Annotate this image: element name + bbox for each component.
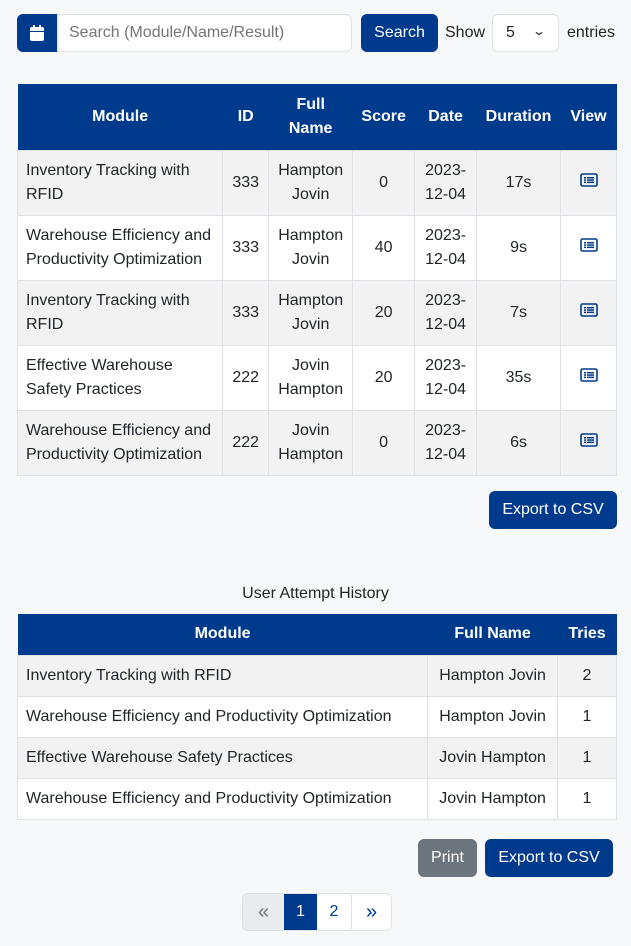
cell-name: Hampton Jovin xyxy=(268,279,354,346)
cell-score: 20 xyxy=(352,344,416,411)
last-page-button[interactable]: » xyxy=(351,894,391,930)
export-csv-button[interactable]: Export to CSV xyxy=(489,491,617,529)
column-header: Date xyxy=(414,84,477,150)
column-header: Full Name xyxy=(427,614,558,655)
view-details-icon[interactable] xyxy=(579,171,598,195)
cell-date: 2023-12-04 xyxy=(414,344,478,411)
view-details-icon[interactable] xyxy=(579,301,598,325)
first-page-button[interactable]: « xyxy=(243,894,284,930)
view-details-icon[interactable] xyxy=(579,431,598,455)
table-row: Warehouse Efficiency and Productivity Op… xyxy=(16,409,617,476)
cell-name: Jovin Hampton xyxy=(427,777,559,820)
show-label: Show xyxy=(445,24,486,41)
cell-tries: 1 xyxy=(557,777,617,820)
column-header: ID xyxy=(222,84,269,150)
column-header: Module xyxy=(17,84,223,150)
print-button[interactable]: Print xyxy=(418,839,477,877)
cell-tries: 1 xyxy=(557,695,617,738)
page-1-button[interactable]: 1 xyxy=(284,894,317,930)
cell-module: Effective Warehouse Safety Practices xyxy=(16,344,224,411)
cell-name: Hampton Jovin xyxy=(268,149,354,216)
cell-date: 2023-12-04 xyxy=(414,149,478,216)
export-csv-button-history[interactable]: Export to CSV xyxy=(485,839,613,877)
cell-id: 333 xyxy=(222,279,270,346)
search-button[interactable]: Search xyxy=(361,14,438,52)
cell-view xyxy=(560,214,617,281)
cell-module: Effective Warehouse Safety Practices xyxy=(16,736,429,779)
cell-module: Inventory Tracking with RFID xyxy=(16,279,224,346)
results-table: Module ID Full Name Score Date Duration View In… xyxy=(16,84,617,476)
cell-name: Jovin Hampton xyxy=(268,344,354,411)
cell-id: 222 xyxy=(222,344,270,411)
cell-module: Warehouse Efficiency and Productivity Op… xyxy=(16,777,429,820)
cell-name: Jovin Hampton xyxy=(268,409,354,476)
cell-view xyxy=(560,279,617,346)
cell-id: 333 xyxy=(222,214,270,281)
calendar-button[interactable] xyxy=(17,14,57,52)
cell-view xyxy=(560,149,617,216)
table-row: Effective Warehouse Safety Practices 222 J… xyxy=(16,344,617,411)
page-2-button[interactable]: 2 xyxy=(317,894,351,930)
table-row: Inventory Tracking with RFID 333 Hampton J… xyxy=(16,279,617,346)
cell-score: 0 xyxy=(352,149,416,216)
entries-select[interactable]: 5 ⌄ xyxy=(492,14,559,52)
history-title: User Attempt History xyxy=(242,585,389,602)
cell-duration: 7s xyxy=(476,279,561,346)
cell-id: 333 xyxy=(222,149,270,216)
cell-module: Warehouse Efficiency and Productivity Op… xyxy=(16,695,429,738)
history-table: Module Full Name Tries Inventory Tracking w… xyxy=(16,614,617,820)
cell-module: Warehouse Efficiency and Productivity Op… xyxy=(16,214,224,281)
cell-name: Hampton Jovin xyxy=(427,695,559,738)
table-row: Warehouse Efficiency and Productivity Op… xyxy=(16,214,617,281)
cell-score: 20 xyxy=(352,279,416,346)
cell-duration: 9s xyxy=(476,214,561,281)
pagination: « 1 2 » xyxy=(242,893,392,931)
cell-date: 2023-12-04 xyxy=(414,214,478,281)
table-row: Effective Warehouse Safety Practices Jovi… xyxy=(16,736,617,779)
cell-view xyxy=(560,344,617,411)
calendar-icon xyxy=(30,25,44,41)
table-row: Warehouse Efficiency and Productivity Op… xyxy=(16,695,617,738)
column-header: Tries xyxy=(557,614,617,655)
cell-module: Inventory Tracking with RFID xyxy=(16,654,429,697)
view-details-icon[interactable] xyxy=(579,236,598,260)
cell-duration: 17s xyxy=(476,149,561,216)
view-details-icon[interactable] xyxy=(579,366,598,390)
cell-name: Hampton Jovin xyxy=(268,214,354,281)
cell-date: 2023-12-04 xyxy=(414,279,478,346)
cell-name: Hampton Jovin xyxy=(427,654,559,697)
table-row: Inventory Tracking with RFID 333 Hampton J… xyxy=(16,149,617,216)
chevron-down-icon: ⌄ xyxy=(531,24,547,38)
cell-module: Inventory Tracking with RFID xyxy=(16,149,224,216)
column-header: View xyxy=(560,84,617,150)
column-header: Score xyxy=(352,84,415,150)
entries-label: entries xyxy=(567,24,616,41)
cell-id: 222 xyxy=(222,409,270,476)
cell-score: 40 xyxy=(352,214,416,281)
table-row: Warehouse Efficiency and Productivity Op… xyxy=(16,777,617,820)
search-input[interactable] xyxy=(57,14,352,52)
cell-duration: 35s xyxy=(476,344,561,411)
cell-view xyxy=(560,409,617,476)
cell-date: 2023-12-04 xyxy=(414,409,478,476)
column-header: Module xyxy=(17,614,428,655)
cell-score: 0 xyxy=(352,409,416,476)
cell-name: Jovin Hampton xyxy=(427,736,559,779)
column-header: Duration xyxy=(476,84,561,150)
entries-value: 5 xyxy=(506,24,515,41)
cell-tries: 2 xyxy=(557,654,617,697)
column-header: Full Name xyxy=(268,84,353,150)
cell-module: Warehouse Efficiency and Productivity Op… xyxy=(16,409,224,476)
cell-tries: 1 xyxy=(557,736,617,779)
table-row: Inventory Tracking with RFID Hampton Jovi… xyxy=(16,654,617,697)
cell-duration: 6s xyxy=(476,409,561,476)
